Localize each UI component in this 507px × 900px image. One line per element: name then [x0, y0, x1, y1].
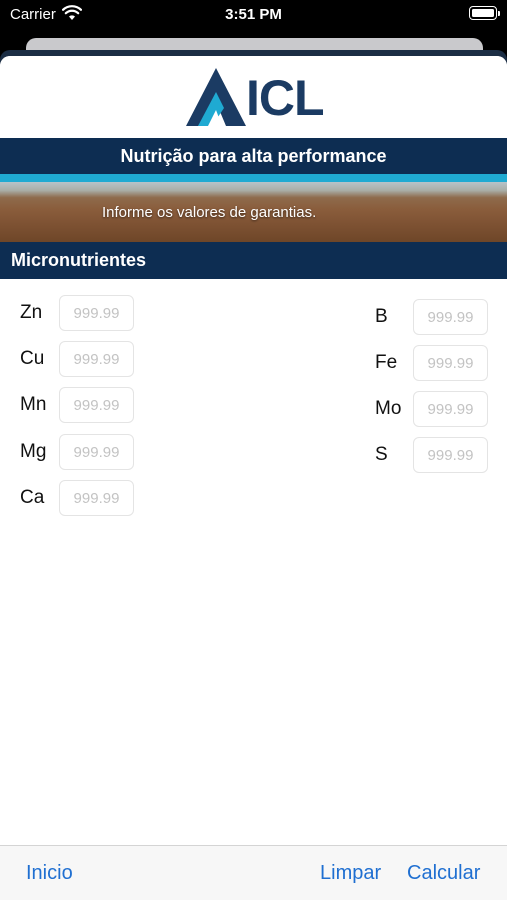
field-row-s: S: [375, 437, 488, 473]
accent-stripe: [0, 174, 507, 182]
banner-title: Nutrição para alta performance: [120, 146, 387, 166]
field-label: B: [375, 306, 388, 327]
field-label: Ca: [20, 487, 45, 508]
bottom-toolbar: Inicio Limpar Calcular: [0, 845, 507, 900]
ca-input[interactable]: [59, 480, 134, 516]
icl-logo-mark-icon: [186, 68, 246, 126]
calculate-button[interactable]: Calcular: [407, 846, 480, 900]
field-row-mo: Mo: [375, 391, 488, 427]
field-row-b: B: [375, 299, 488, 335]
section-header: Micronutrientes: [0, 242, 507, 279]
field-label: S: [375, 444, 388, 465]
home-button[interactable]: Inicio: [26, 846, 73, 900]
mo-input[interactable]: [413, 391, 488, 427]
banner-hint: Informe os valores de garantias.: [102, 204, 317, 221]
field-label: Mo: [375, 398, 402, 419]
field-label: Mg: [20, 441, 47, 462]
field-label: Mn: [20, 394, 47, 415]
banner-title-bar: Nutrição para alta performance: [0, 138, 507, 174]
modal-sheet: ICL Nutrição para alta performance Infor…: [0, 56, 507, 900]
field-label: Zn: [20, 302, 43, 323]
fe-input[interactable]: [413, 345, 488, 381]
battery-icon: [469, 6, 500, 20]
field-label: Cu: [20, 348, 45, 369]
s-input[interactable]: [413, 437, 488, 473]
field-row-ca: Ca: [20, 480, 135, 516]
field-row-zn: Zn: [20, 295, 135, 331]
logo-text: ICL: [246, 70, 325, 126]
clear-button[interactable]: Limpar: [320, 846, 381, 900]
cu-input[interactable]: [59, 341, 134, 377]
b-input[interactable]: [413, 299, 488, 335]
section-title: Micronutrientes: [11, 250, 147, 270]
field-row-mn: Mn: [20, 387, 135, 423]
field-row-cu: Cu: [20, 341, 135, 377]
field-row-mg: Mg: [20, 434, 135, 470]
field-photo: Informe os valores de garantias.: [0, 182, 507, 242]
logo-header: ICL: [0, 56, 507, 138]
mg-input[interactable]: [59, 434, 134, 470]
status-bar: Carrier 3:51 PM: [0, 0, 507, 30]
field-row-fe: Fe: [375, 345, 488, 381]
zn-input[interactable]: [59, 295, 134, 331]
field-label: Fe: [375, 352, 398, 373]
mn-input[interactable]: [59, 387, 134, 423]
status-time: 3:51 PM: [225, 6, 282, 23]
